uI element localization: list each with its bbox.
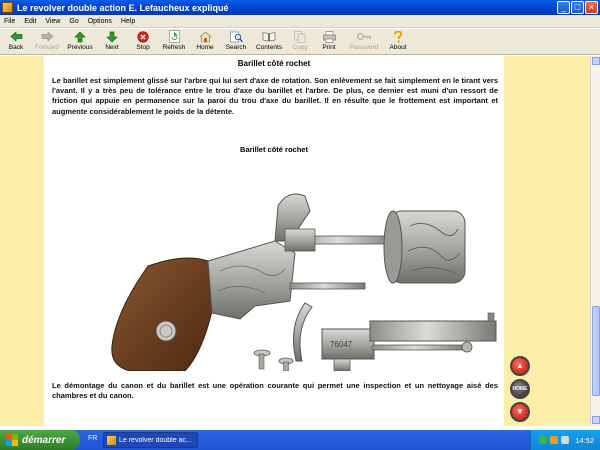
scroll-down-arrow[interactable] bbox=[592, 416, 600, 424]
loose-screws bbox=[253, 349, 294, 371]
app-taskbar-icon bbox=[107, 435, 116, 445]
taskbar-window-item[interactable]: Le revolver double ac... bbox=[103, 432, 198, 448]
vertical-scrollbar[interactable] bbox=[590, 56, 600, 426]
page-content: Barillet côté rochet Le barillet est sim… bbox=[44, 56, 504, 426]
home-label: HOME bbox=[512, 385, 528, 392]
title-bar: Le revolver double action E. Lefaucheux … bbox=[0, 0, 600, 15]
forward-arrow-icon bbox=[40, 30, 54, 43]
menu-edit[interactable]: Edit bbox=[24, 18, 36, 25]
maximize-button[interactable]: □ bbox=[571, 1, 584, 14]
back-button[interactable]: Back bbox=[2, 29, 30, 55]
minimize-button[interactable]: _ bbox=[557, 1, 570, 14]
windows-flag-icon bbox=[6, 434, 18, 446]
clock: 14:52 bbox=[575, 435, 594, 445]
revolver-photo: 76047 bbox=[111, 193, 497, 371]
barrel-assembly: 76047 bbox=[321, 312, 497, 371]
engraved-cylinder bbox=[383, 210, 466, 284]
serial-engraving: 76047 bbox=[330, 340, 353, 349]
page-heading: Barillet côté rochet bbox=[237, 59, 311, 68]
up-arrow-icon: ▲ bbox=[516, 361, 524, 370]
forward-button[interactable]: Forward bbox=[30, 29, 64, 55]
page-viewport: Barillet côté rochet Le barillet est sim… bbox=[0, 56, 600, 426]
contents-icon bbox=[262, 30, 276, 43]
about-button[interactable]: About bbox=[384, 29, 412, 55]
next-button[interactable]: Next bbox=[96, 29, 128, 55]
start-button[interactable]: démarrer bbox=[0, 430, 80, 450]
paragraph-1: Le barillet est simplement glissé sur l'… bbox=[52, 76, 498, 116]
copy-button[interactable]: Copy bbox=[286, 29, 314, 55]
wooden-grip bbox=[111, 257, 213, 371]
menu-options[interactable]: Options bbox=[88, 18, 112, 25]
engraved-frame bbox=[207, 240, 296, 320]
search-button[interactable]: Search bbox=[220, 29, 252, 55]
security-icon[interactable] bbox=[550, 436, 559, 444]
menu-file[interactable]: File bbox=[4, 18, 15, 25]
home-icon bbox=[198, 30, 212, 43]
scroll-thumb[interactable] bbox=[592, 306, 600, 396]
language-indicator[interactable]: FR bbox=[88, 435, 97, 442]
copy-icon bbox=[293, 30, 307, 43]
nav-next-page-button[interactable]: ▼ bbox=[510, 402, 530, 422]
close-button[interactable]: × bbox=[585, 1, 598, 14]
trigger bbox=[293, 302, 313, 362]
paragraph-2: Le démontage du canon et du barillet est… bbox=[52, 381, 498, 401]
taskbar: démarrer FR Le revolver double ac... 14:… bbox=[0, 430, 600, 450]
next-arrow-icon bbox=[105, 30, 119, 43]
menu-go[interactable]: Go bbox=[69, 18, 78, 25]
contents-button[interactable]: Contents bbox=[252, 29, 286, 55]
menu-view[interactable]: View bbox=[45, 18, 60, 25]
previous-arrow-icon bbox=[73, 30, 87, 43]
window-title: Le revolver double action E. Lefaucheux … bbox=[17, 2, 229, 13]
network-icon[interactable] bbox=[539, 436, 548, 444]
menu-bar: File Edit View Go Options Help bbox=[0, 15, 600, 28]
nav-previous-page-button[interactable]: ▲ bbox=[510, 356, 530, 376]
back-arrow-icon bbox=[9, 30, 23, 43]
refresh-icon bbox=[167, 30, 181, 43]
print-icon bbox=[322, 30, 336, 43]
home-button[interactable]: Home bbox=[190, 29, 220, 55]
menu-help[interactable]: Help bbox=[121, 18, 135, 25]
refresh-button[interactable]: Refresh bbox=[158, 29, 190, 55]
down-arrow-icon: ▼ bbox=[516, 407, 524, 416]
toolbar: Back Forward Previous Next Stop Refresh bbox=[0, 29, 600, 55]
system-tray: 14:52 bbox=[530, 430, 600, 450]
previous-button[interactable]: Previous bbox=[64, 29, 96, 55]
stop-button[interactable]: Stop bbox=[128, 29, 158, 55]
nav-home-button[interactable]: HOME bbox=[510, 379, 530, 399]
window-controls: _ □ × bbox=[557, 1, 598, 14]
left-margin-band bbox=[0, 56, 44, 426]
search-icon bbox=[229, 30, 243, 43]
password-button[interactable]: Password bbox=[344, 29, 384, 55]
app-icon bbox=[2, 2, 13, 13]
key-icon bbox=[357, 30, 371, 43]
stop-icon bbox=[136, 30, 150, 43]
volume-icon[interactable] bbox=[561, 436, 570, 444]
scroll-up-arrow[interactable] bbox=[592, 57, 600, 65]
print-button[interactable]: Print bbox=[314, 29, 344, 55]
about-icon bbox=[391, 30, 405, 43]
